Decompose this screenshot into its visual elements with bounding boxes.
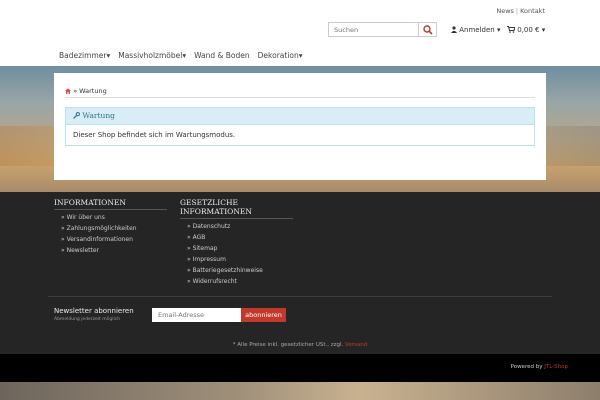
footer-link[interactable]: » Widerrufsrecht	[180, 276, 293, 287]
contact-link[interactable]: Kontakt	[520, 7, 545, 15]
search-form	[328, 22, 438, 37]
nav-label: Wand & Boden	[194, 51, 250, 60]
wrench-icon	[73, 111, 81, 119]
nav-item-dekoration[interactable]: Dekoration▾	[258, 51, 303, 60]
footer-link[interactable]: » Zahlungsmöglichkeiten	[54, 223, 167, 234]
cart-total: 0,00 €	[517, 26, 540, 34]
breadcrumb: » Wartung	[65, 87, 107, 95]
footer-col-legal: GESETZLICHE INFORMATIONEN » Datenschutz …	[180, 198, 293, 287]
footer-link[interactable]: » Newsletter	[54, 245, 167, 256]
top-links: News | Kontakt	[496, 7, 545, 15]
footer-link[interactable]: » Impressum	[180, 254, 293, 265]
footer-divider	[48, 296, 552, 297]
footer-link[interactable]: » Sitemap	[180, 243, 293, 254]
account-label: Anmelden	[459, 26, 495, 34]
caret-down-icon: ▾	[182, 51, 187, 60]
caret-down-icon: ▾	[298, 51, 303, 60]
news-link[interactable]: News	[496, 7, 514, 15]
home-icon[interactable]	[65, 87, 73, 95]
chevron-down-icon: ▾	[496, 26, 501, 34]
vat-text: * Alle Preise inkl. gesetzlicher USt., z…	[232, 342, 344, 348]
footer-link[interactable]: » Versandinformationen	[54, 234, 167, 245]
subscribe-button[interactable]: abonnieren	[241, 308, 286, 322]
site-footer: INFORMATIONEN » Wir über uns » Zahlungsm…	[0, 192, 600, 354]
caret-down-icon: ▾	[106, 51, 111, 60]
nav-item-badezimmer[interactable]: Badezimmer▾	[59, 51, 110, 60]
content-panel: » Wartung Wartung Dieser Shop befindet s…	[54, 73, 546, 180]
newsletter-subtitle: Abmeldung jederzeit möglich	[54, 317, 121, 322]
search-input[interactable]	[328, 22, 419, 37]
footer-link[interactable]: » AGB	[180, 232, 293, 243]
nav-label: Massivholzmöbel	[118, 51, 183, 60]
account-dropdown[interactable]: Anmelden ▾	[451, 26, 500, 34]
newsletter-title: Newsletter abonnieren	[54, 307, 134, 315]
footer-link[interactable]: » Datenschutz	[180, 221, 293, 232]
breadcrumb-divider	[65, 97, 535, 98]
alert-title: Wartung	[82, 111, 115, 120]
breadcrumb-current: Wartung	[79, 87, 107, 95]
footer-heading: INFORMATIONEN	[54, 198, 167, 210]
footer-link[interactable]: » Batteriegesetzhinweise	[180, 265, 293, 276]
background-image-bottom	[0, 382, 600, 400]
nav-item-wand-boden[interactable]: Wand & Boden	[194, 51, 250, 60]
powered-text: Powered by	[510, 364, 543, 370]
site-header: News|Kontakt Anmelden ▾ 0,00 € ▾ Badezim…	[0, 0, 600, 66]
shipping-link[interactable]: Versand	[345, 342, 367, 348]
footer-heading: GESETZLICHE INFORMATIONEN	[180, 198, 293, 219]
newsletter-email-input[interactable]	[152, 308, 241, 322]
jtl-shop-link[interactable]: JTL-Shop	[544, 364, 568, 370]
footer-link[interactable]: » Wir über uns	[54, 212, 167, 223]
cart-icon	[507, 26, 516, 33]
search-icon	[423, 25, 433, 35]
maintenance-alert: Wartung Dieser Shop befindet sich im War…	[65, 107, 535, 146]
chevron-down-icon: ▾	[541, 26, 546, 34]
footer-col-information: INFORMATIONEN » Wir über uns » Zahlungsm…	[54, 198, 167, 256]
main-nav: Badezimmer▾ Massivholzmöbel▾ Wand & Bode…	[59, 51, 311, 60]
separator: |	[515, 7, 519, 15]
alert-message: Dieser Shop befindet sich im Wartungsmod…	[73, 131, 236, 139]
alert-header: Wartung	[66, 108, 534, 125]
nav-item-massivholzmoebel[interactable]: Massivholzmöbel▾	[118, 51, 186, 60]
nav-label: Badezimmer	[59, 51, 107, 60]
breadcrumb-separator: »	[73, 87, 78, 95]
cart-dropdown[interactable]: 0,00 € ▾	[507, 26, 545, 34]
vat-notice: * Alle Preise inkl. gesetzlicher USt., z…	[0, 342, 600, 348]
copyright-bar: Powered by JTL-Shop	[0, 354, 600, 382]
nav-label: Dekoration	[257, 51, 299, 60]
search-button[interactable]	[418, 22, 437, 37]
powered-by: Powered by JTL-Shop	[511, 364, 568, 370]
user-icon	[451, 26, 457, 33]
